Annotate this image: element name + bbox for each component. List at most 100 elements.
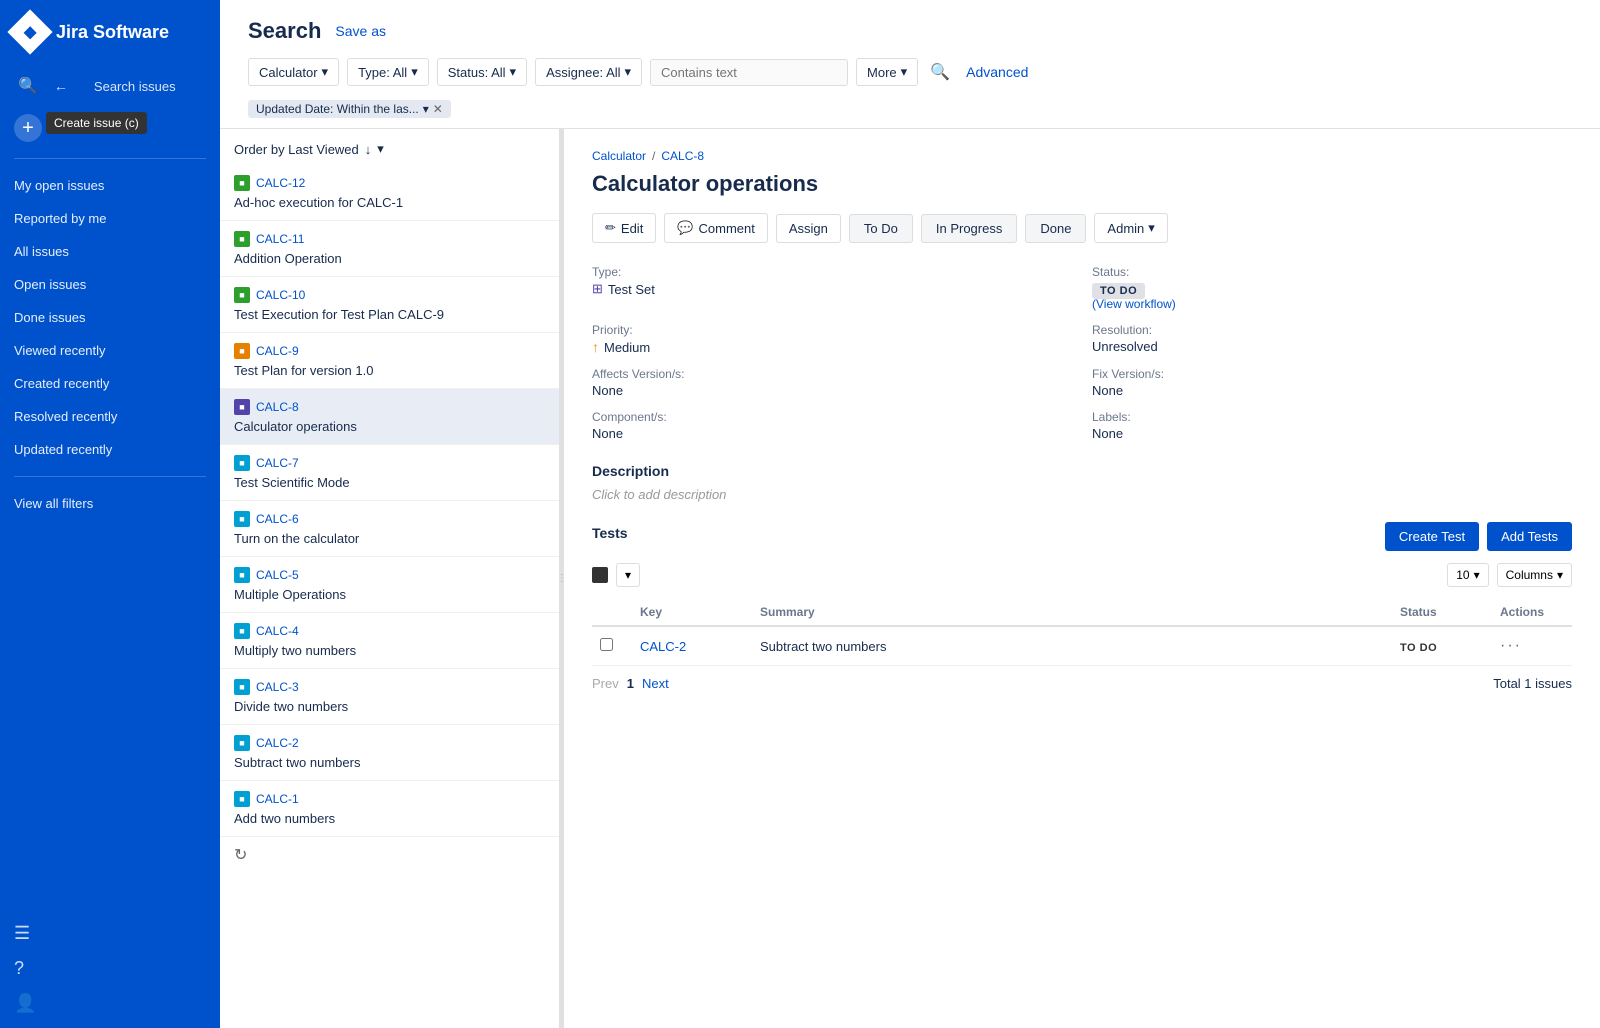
done-button[interactable]: Done — [1025, 214, 1086, 243]
row-key-link[interactable]: CALC-2 — [640, 639, 686, 654]
list-item[interactable]: ■ CALC-10 Test Execution for Test Plan C… — [220, 277, 559, 333]
list-item[interactable]: ■ CALC-11 Addition Operation — [220, 221, 559, 277]
save-as-button[interactable]: Save as — [335, 23, 386, 39]
remove-filter-button[interactable]: ✕ — [433, 102, 443, 116]
order-by-control[interactable]: Order by Last Viewed ↓ ▾ — [220, 129, 559, 165]
create-issue-tooltip: Create issue (c) — [46, 112, 147, 134]
issue-type-icon: ■ — [234, 399, 250, 415]
row-checkbox[interactable] — [600, 638, 613, 651]
fix-value: None — [1092, 383, 1572, 398]
sidebar-item-view-all-filters[interactable]: View all filters — [0, 487, 220, 520]
assignee-filter[interactable]: Assignee: All ▾ — [535, 58, 642, 86]
detail-panel: Calculator / CALC-8 Calculator operation… — [564, 129, 1600, 1028]
view-workflow-link[interactable]: (View workflow) — [1092, 297, 1572, 311]
content-area: Order by Last Viewed ↓ ▾ ■ CALC-12 Ad-ho… — [220, 129, 1600, 1028]
issue-type-icon: ■ — [234, 511, 250, 527]
list-item[interactable]: ■ CALC-8 Calculator operations — [220, 389, 559, 445]
description-placeholder[interactable]: Click to add description — [592, 487, 1572, 502]
search-button[interactable]: 🔍 — [926, 58, 954, 86]
issue-key: CALC-12 — [256, 176, 305, 190]
assign-button[interactable]: Assign — [776, 214, 841, 243]
labels-label: Labels: — [1092, 410, 1572, 424]
list-item[interactable]: ■ CALC-7 Test Scientific Mode — [220, 445, 559, 501]
issue-title: Calculator operations — [592, 171, 1572, 197]
per-page-dropdown[interactable]: 10 ▾ — [1447, 563, 1488, 587]
assign-label: Assign — [789, 221, 828, 236]
advanced-link[interactable]: Advanced — [966, 64, 1028, 80]
select-all-checkbox[interactable] — [592, 567, 608, 583]
status-field: Status: TO DO (View workflow) — [1092, 265, 1572, 311]
sort-icon: ↓ — [365, 142, 372, 157]
sidebar-item-updated-recently[interactable]: Updated recently — [0, 433, 220, 466]
more-filter-label: More — [867, 65, 897, 80]
list-item[interactable]: ■ CALC-2 Subtract two numbers — [220, 725, 559, 781]
create-issue-button[interactable]: + — [14, 114, 42, 142]
search-icon-button[interactable]: 🔍 — [14, 72, 42, 100]
breadcrumb-project[interactable]: Calculator — [592, 149, 646, 163]
prev-button[interactable]: Prev — [592, 676, 619, 691]
refresh-icon[interactable]: ↻ — [220, 837, 559, 873]
type-filter-label: Type: All — [358, 65, 407, 80]
components-value: None — [592, 426, 1072, 441]
list-item[interactable]: ■ CALC-1 Add two numbers — [220, 781, 559, 837]
active-filter-row: Updated Date: Within the las... ▾ ✕ — [248, 94, 1572, 128]
menu-icon[interactable]: ☰ — [14, 923, 206, 944]
sidebar-item-created-recently[interactable]: Created recently — [0, 367, 220, 400]
status-filter-label: Status: All — [448, 65, 506, 80]
status-filter[interactable]: Status: All ▾ — [437, 58, 527, 86]
sidebar-item-my-open-issues[interactable]: My open issues — [0, 169, 220, 202]
issue-type-icon: ■ — [234, 623, 250, 639]
sidebar-item-viewed-recently[interactable]: Viewed recently — [0, 334, 220, 367]
list-item[interactable]: ■ CALC-4 Multiply two numbers — [220, 613, 559, 669]
row-actions-menu[interactable]: ··· — [1500, 637, 1522, 654]
add-tests-button[interactable]: Add Tests — [1487, 522, 1572, 551]
chevron-down-icon: ▾ — [625, 568, 631, 582]
row-status-cell: TO DO — [1392, 639, 1492, 654]
sidebar-item-resolved-recently[interactable]: Resolved recently — [0, 400, 220, 433]
list-item[interactable]: ■ CALC-12 Ad-hoc execution for CALC-1 — [220, 165, 559, 221]
next-button[interactable]: Next — [642, 676, 669, 691]
issue-summary: Multiply two numbers — [234, 643, 545, 658]
issue-key: CALC-10 — [256, 288, 305, 302]
todo-button[interactable]: To Do — [849, 214, 913, 243]
list-item[interactable]: ■ CALC-6 Turn on the calculator — [220, 501, 559, 557]
sidebar-item-reported-by-me[interactable]: Reported by me — [0, 202, 220, 235]
fix-label: Fix Version/s: — [1092, 367, 1572, 381]
tests-section: Tests Create Test Add Tests ▾ — [592, 522, 1572, 701]
chevron-down-icon: ▾ — [901, 64, 908, 80]
search-header: Search Save as Calculator ▾ Type: All ▾ … — [220, 0, 1600, 129]
contains-text-input[interactable] — [650, 59, 848, 86]
issue-summary: Divide two numbers — [234, 699, 545, 714]
admin-button[interactable]: Admin ▾ — [1094, 213, 1167, 243]
issue-key: CALC-3 — [256, 680, 299, 694]
tests-actions: Create Test Add Tests — [1385, 522, 1572, 551]
select-dropdown[interactable]: ▾ — [616, 563, 640, 587]
more-filter[interactable]: More ▾ — [856, 58, 918, 86]
columns-dropdown[interactable]: Columns ▾ — [1497, 563, 1572, 587]
affects-value: None — [592, 383, 1072, 398]
breadcrumb-issue[interactable]: CALC-8 — [661, 149, 704, 163]
user-icon[interactable]: 👤 — [14, 993, 206, 1014]
col-status: Status — [1392, 605, 1492, 619]
sidebar-item-all-issues[interactable]: All issues — [0, 235, 220, 268]
issue-summary: Add two numbers — [234, 811, 545, 826]
issue-type-icon: ■ — [234, 735, 250, 751]
row-summary-cell: Subtract two numbers — [752, 639, 1392, 654]
type-field: Type: ⊞ Test Set — [592, 265, 1072, 311]
per-page-value: 10 — [1456, 568, 1469, 582]
table-row: CALC-2 Subtract two numbers TO DO ··· — [592, 627, 1572, 666]
in-progress-button[interactable]: In Progress — [921, 214, 1017, 243]
list-item[interactable]: ■ CALC-5 Multiple Operations — [220, 557, 559, 613]
sidebar-item-done-issues[interactable]: Done issues — [0, 301, 220, 334]
sidebar-item-open-issues[interactable]: Open issues — [0, 268, 220, 301]
comment-button[interactable]: 💬 Comment — [664, 213, 768, 243]
list-item[interactable]: ■ CALC-3 Divide two numbers — [220, 669, 559, 725]
list-item[interactable]: ■ CALC-9 Test Plan for version 1.0 — [220, 333, 559, 389]
create-test-button[interactable]: Create Test — [1385, 522, 1479, 551]
project-filter[interactable]: Calculator ▾ — [248, 58, 339, 86]
edit-button[interactable]: ✏ Edit — [592, 213, 656, 243]
help-icon[interactable]: ? — [14, 958, 206, 979]
back-button[interactable]: ← — [50, 74, 72, 98]
admin-label: Admin — [1107, 221, 1144, 236]
type-filter[interactable]: Type: All ▾ — [347, 58, 429, 86]
